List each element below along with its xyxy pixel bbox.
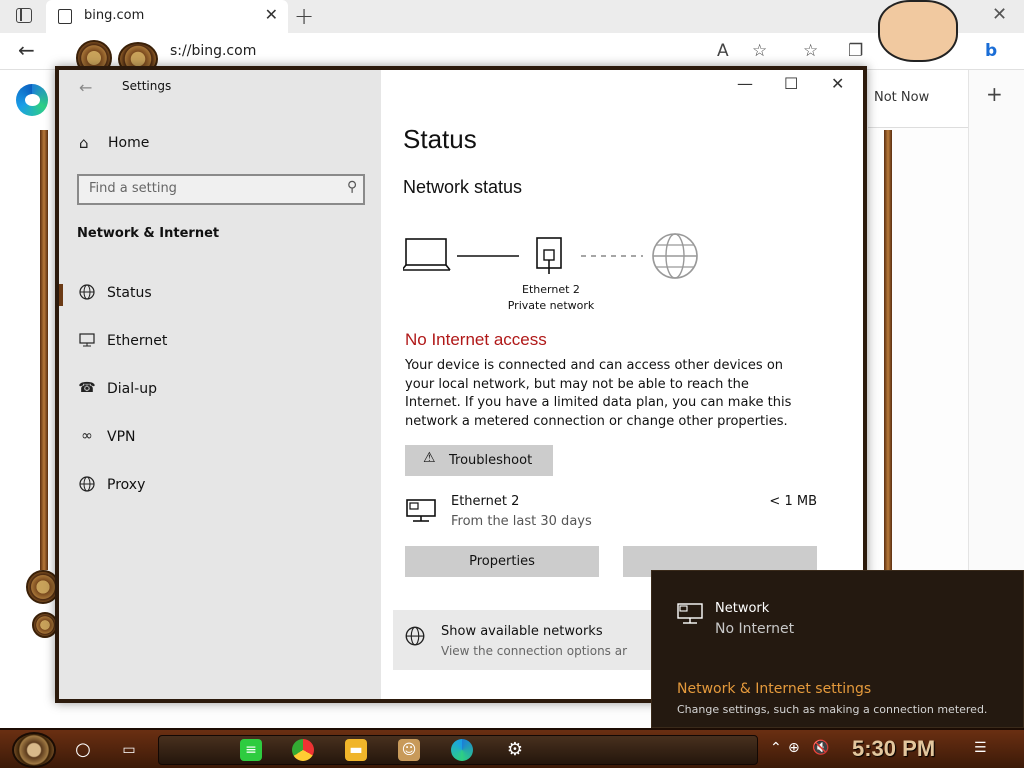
network-settings-sub: Change settings, such as making a connec… [677, 703, 988, 716]
nav-item-label: VPN [107, 429, 136, 445]
ethernet-icon [406, 499, 436, 522]
show-available-networks[interactable]: Show available networks View the connect… [393, 610, 653, 670]
proxy-icon [78, 476, 96, 494]
read-aloud-icon[interactable]: A [717, 41, 729, 61]
flyout-network-status: No Internet [715, 621, 795, 637]
show-networks-label: Show available networks [441, 624, 603, 639]
nav-item-label: Ethernet [107, 333, 168, 349]
dialup-icon: ☎ [78, 380, 96, 396]
browser-close-icon[interactable]: ✕ [992, 4, 1007, 25]
flyout-network-name[interactable]: Network [715, 601, 769, 616]
data-usage-row: Ethernet 2 From the last 30 days < 1 MB [405, 490, 825, 530]
file-explorer-icon[interactable]: ▬ [345, 739, 367, 761]
url-text: s://bing.com [170, 43, 257, 59]
decor-pipe [40, 130, 48, 570]
favorites-icon[interactable]: ☆ [803, 41, 818, 61]
tab-close-icon[interactable]: ✕ [265, 5, 278, 24]
troubleshoot-button[interactable]: ⚠ Troubleshoot [405, 445, 553, 476]
browser-tabstrip: bing.com ✕ + ✕ [0, 0, 1024, 33]
network-flyout: Network No Internet Network & Internet s… [651, 570, 1024, 728]
page-title: Status [403, 124, 477, 154]
tab-title: bing.com [84, 8, 145, 23]
maximize-icon[interactable]: ☐ [784, 74, 798, 93]
nav-section-heading: Network & Internet [77, 226, 220, 241]
nav-item-proxy[interactable]: Proxy [59, 466, 381, 506]
network-tray-icon[interactable]: ⊕ [788, 740, 800, 756]
back-arrow-icon[interactable]: ← [18, 38, 35, 62]
decor-pipe [884, 130, 892, 570]
globe-icon [405, 626, 425, 651]
network-diagram: Ethernet 2 Private network [401, 230, 713, 320]
network-diagram-graphic [401, 233, 698, 279]
favorite-add-icon[interactable]: ☆ [752, 41, 767, 61]
globe-icon [78, 284, 96, 302]
page-favicon-icon [58, 9, 72, 24]
url-field[interactable]: s://bing.com [62, 37, 702, 65]
active-indicator [59, 284, 63, 306]
ethernet-icon [78, 332, 96, 350]
search-placeholder: Find a setting [89, 181, 177, 196]
troubleshoot-label: Troubleshoot [449, 453, 533, 468]
tab-actions-icon[interactable] [16, 8, 32, 23]
adapter-name: Ethernet 2 [522, 283, 580, 296]
cortana-icon[interactable]: ○ [72, 739, 94, 761]
not-now-button[interactable]: Not Now [874, 90, 929, 105]
task-view-icon[interactable]: ▭ [118, 739, 140, 761]
nav-home[interactable]: ⌂ Home [77, 132, 367, 158]
warning-icon: ⚠ [423, 450, 436, 466]
nav-item-ethernet[interactable]: Ethernet [59, 322, 381, 362]
show-networks-sub: View the connection options ar [441, 644, 628, 658]
network-status-heading: Network status [403, 177, 523, 197]
vpn-icon: ∞ [81, 428, 93, 444]
browser-tab[interactable]: bing.com ✕ [46, 0, 288, 33]
close-icon[interactable]: ✕ [831, 74, 844, 93]
usage-adapter-name: Ethernet 2 [451, 494, 520, 509]
settings-gear-icon[interactable]: ⚙ [504, 739, 526, 761]
properties-button[interactable]: Properties [405, 546, 599, 577]
ethernet-icon [677, 603, 703, 624]
game-app-icon[interactable]: ☺ [398, 739, 420, 761]
adapter-profile: Private network [507, 299, 595, 312]
taskbar-clock[interactable]: 5:30 PM [852, 736, 935, 762]
nav-item-label: Dial-up [107, 381, 157, 397]
nav-item-label: Proxy [107, 477, 146, 493]
volume-muted-icon[interactable]: 🔇 [812, 740, 829, 756]
find-setting-input[interactable]: Find a setting ⚲ [77, 174, 365, 205]
usage-period: From the last 30 days [451, 514, 592, 529]
network-settings-link[interactable]: Network & Internet settings [677, 681, 871, 697]
browser-sidebar [968, 70, 1024, 570]
nav-item-vpn[interactable]: ∞ VPN [59, 418, 381, 458]
back-arrow-icon[interactable]: ← [79, 78, 92, 97]
new-tab-icon[interactable]: + [294, 2, 314, 30]
tray-chevron-icon[interactable]: ⌃ [770, 740, 782, 756]
chrome-icon[interactable] [292, 739, 314, 761]
window-title: Settings [122, 79, 172, 93]
nav-item-label: Status [107, 285, 152, 301]
adapter-label: Ethernet 2 Private network [503, 282, 599, 314]
no-internet-heading: No Internet access [405, 330, 547, 349]
taskbar: ○ ▭ ≡ ▬ ☺ ⚙ ⌃ ⊕ 🔇 5:30 PM ☰ [0, 728, 1024, 768]
usage-size: < 1 MB [769, 494, 817, 509]
collections-icon[interactable]: ❐ [848, 41, 863, 61]
settings-nav: ← Settings ⌂ Home Find a setting ⚲ Netwo… [59, 70, 381, 699]
start-button[interactable] [12, 732, 56, 768]
connection-description: Your device is connected and can access … [405, 358, 792, 429]
home-icon: ⌂ [79, 134, 89, 152]
edge-icon[interactable] [451, 739, 473, 761]
minimize-icon[interactable]: — [737, 74, 753, 93]
notification-icon[interactable]: ☰ [974, 740, 987, 756]
edge-logo-icon [16, 84, 48, 116]
nav-item-status[interactable]: Status [59, 274, 381, 314]
cartoon-face-icon [878, 0, 958, 62]
nav-home-label: Home [108, 135, 150, 151]
nav-item-dialup[interactable]: ☎ Dial-up [59, 370, 381, 410]
bing-chat-icon[interactable]: b [985, 41, 997, 61]
sidebar-add-icon[interactable]: + [986, 82, 1003, 106]
notes-app-icon[interactable]: ≡ [240, 739, 262, 761]
search-icon: ⚲ [346, 179, 357, 195]
